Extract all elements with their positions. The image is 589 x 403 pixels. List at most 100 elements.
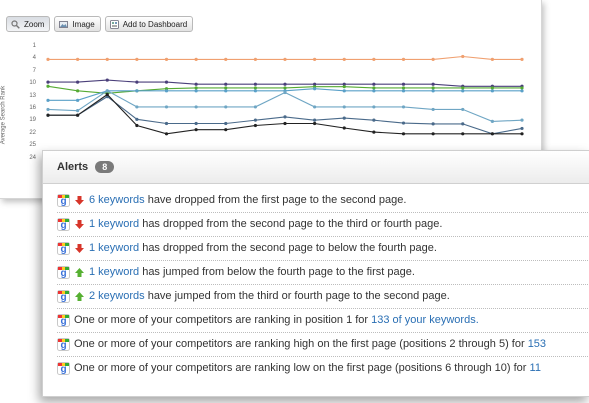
- data-point[interactable]: [461, 86, 465, 90]
- data-point[interactable]: [135, 105, 139, 109]
- data-point[interactable]: [401, 121, 406, 125]
- data-point[interactable]: [283, 115, 287, 119]
- data-point[interactable]: [46, 107, 50, 112]
- data-point[interactable]: [313, 87, 317, 91]
- data-point[interactable]: [105, 57, 109, 62]
- data-point[interactable]: [313, 105, 317, 109]
- data-point[interactable]: [401, 57, 406, 62]
- data-point[interactable]: [520, 57, 524, 62]
- keywords-link[interactable]: 1 keyword: [89, 266, 139, 278]
- data-point[interactable]: [401, 86, 406, 90]
- data-point[interactable]: [342, 89, 346, 93]
- data-point[interactable]: [135, 57, 139, 62]
- data-point[interactable]: [520, 89, 524, 93]
- data-point[interactable]: [490, 119, 494, 123]
- data-point[interactable]: [224, 128, 228, 132]
- data-point[interactable]: [283, 121, 287, 126]
- data-point[interactable]: [283, 82, 287, 86]
- data-point[interactable]: [283, 90, 287, 95]
- data-point[interactable]: [283, 57, 287, 62]
- keywords-link[interactable]: 1 keyword: [89, 218, 139, 230]
- data-point[interactable]: [431, 57, 435, 62]
- data-point[interactable]: [164, 89, 169, 93]
- data-point[interactable]: [431, 122, 435, 126]
- data-point[interactable]: [372, 130, 376, 134]
- data-point[interactable]: [46, 57, 50, 62]
- data-point[interactable]: [372, 82, 376, 86]
- data-point[interactable]: [490, 57, 494, 62]
- data-point[interactable]: [283, 86, 287, 90]
- data-point[interactable]: [461, 107, 465, 112]
- data-point[interactable]: [401, 132, 406, 136]
- data-point[interactable]: [490, 86, 494, 90]
- data-point[interactable]: [164, 57, 169, 62]
- data-point[interactable]: [342, 105, 346, 109]
- data-point[interactable]: [194, 86, 198, 90]
- data-point[interactable]: [46, 113, 50, 117]
- data-point[interactable]: [46, 84, 50, 88]
- data-point[interactable]: [46, 98, 50, 102]
- data-point[interactable]: [224, 86, 228, 90]
- data-point[interactable]: [372, 105, 376, 109]
- data-point[interactable]: [194, 105, 198, 109]
- data-point[interactable]: [76, 109, 80, 113]
- data-point[interactable]: [431, 132, 435, 136]
- data-point[interactable]: [164, 80, 169, 84]
- data-point[interactable]: [461, 122, 465, 126]
- data-point[interactable]: [105, 89, 109, 93]
- data-point[interactable]: [76, 98, 80, 102]
- data-point[interactable]: [401, 105, 406, 109]
- data-point[interactable]: [76, 89, 80, 93]
- data-point[interactable]: [461, 132, 465, 136]
- data-point[interactable]: [253, 89, 257, 93]
- data-point[interactable]: [431, 107, 435, 112]
- keywords-link[interactable]: 133 of your keywords.: [371, 314, 479, 326]
- data-point[interactable]: [224, 57, 228, 62]
- data-point[interactable]: [135, 89, 139, 93]
- data-point[interactable]: [461, 54, 465, 59]
- data-point[interactable]: [224, 82, 228, 86]
- data-point[interactable]: [164, 132, 169, 136]
- data-point[interactable]: [135, 117, 139, 121]
- data-point[interactable]: [224, 105, 228, 109]
- data-point[interactable]: [194, 82, 198, 86]
- data-point[interactable]: [76, 113, 80, 117]
- data-point[interactable]: [401, 82, 406, 86]
- data-point[interactable]: [253, 82, 257, 86]
- data-point[interactable]: [194, 57, 198, 62]
- data-point[interactable]: [342, 57, 346, 62]
- data-point[interactable]: [253, 105, 257, 109]
- data-point[interactable]: [313, 57, 317, 62]
- data-point[interactable]: [372, 57, 376, 62]
- data-point[interactable]: [76, 57, 80, 62]
- keywords-link[interactable]: 6 keywords: [89, 194, 145, 206]
- keywords-link[interactable]: 11: [530, 362, 541, 374]
- data-point[interactable]: [194, 89, 198, 93]
- data-point[interactable]: [490, 89, 494, 93]
- data-point[interactable]: [461, 89, 465, 93]
- data-point[interactable]: [105, 92, 109, 97]
- data-point[interactable]: [194, 121, 198, 126]
- data-point[interactable]: [224, 89, 228, 93]
- data-point[interactable]: [76, 80, 80, 84]
- data-point[interactable]: [520, 132, 524, 136]
- data-point[interactable]: [372, 86, 376, 90]
- data-point[interactable]: [372, 118, 376, 122]
- data-point[interactable]: [135, 123, 139, 128]
- data-point[interactable]: [520, 86, 524, 90]
- data-point[interactable]: [105, 78, 109, 82]
- data-point[interactable]: [194, 128, 198, 132]
- data-point[interactable]: [46, 80, 50, 84]
- data-point[interactable]: [372, 89, 376, 93]
- data-point[interactable]: [253, 118, 257, 122]
- data-point[interactable]: [431, 89, 435, 93]
- keywords-link[interactable]: 2 keywords: [89, 290, 145, 302]
- data-point[interactable]: [253, 86, 257, 90]
- keywords-link[interactable]: 153: [528, 338, 546, 350]
- data-point[interactable]: [401, 89, 406, 93]
- data-point[interactable]: [520, 118, 524, 122]
- data-point[interactable]: [342, 85, 346, 89]
- data-point[interactable]: [313, 121, 317, 126]
- data-point[interactable]: [431, 82, 435, 86]
- data-point[interactable]: [135, 80, 139, 84]
